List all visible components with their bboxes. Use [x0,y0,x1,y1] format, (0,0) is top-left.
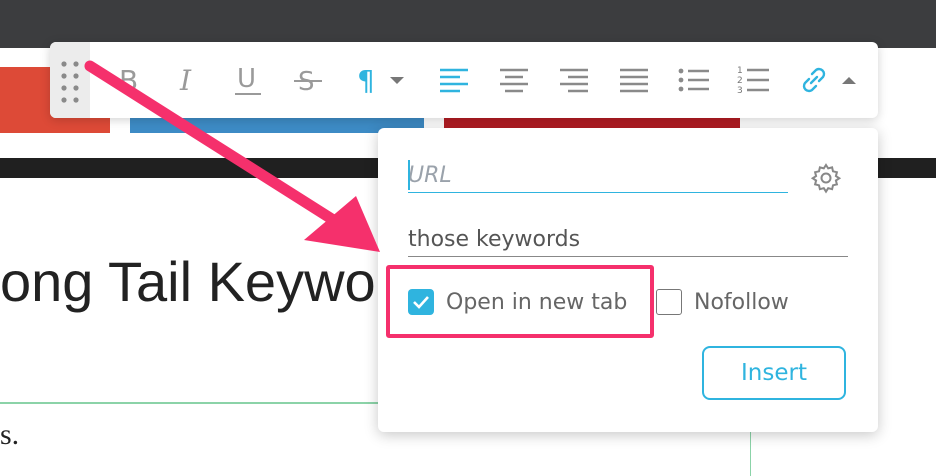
nofollow-label: Nofollow [694,289,789,315]
drag-handle-icon[interactable] [50,42,90,118]
body-text-fragment: s. [0,418,20,451]
numbered-list-icon[interactable]: 123 [734,60,774,100]
link-title-input[interactable] [408,222,848,257]
svg-text:3: 3 [737,86,743,95]
caret-up-icon[interactable] [836,60,862,100]
svg-text:¶: ¶ [357,64,375,97]
bullet-list-icon[interactable] [674,60,714,100]
link-icon[interactable] [794,60,834,100]
svg-text:I: I [179,64,192,97]
nofollow-checkbox[interactable] [656,289,682,315]
italic-icon[interactable]: I [168,60,208,100]
insert-button[interactable]: Insert [702,346,846,400]
align-right-icon[interactable] [554,60,594,100]
svg-text:B: B [119,64,138,97]
page-heading: ong Tail Keywor [0,250,395,313]
align-justify-icon[interactable] [614,60,654,100]
align-center-icon[interactable] [494,60,534,100]
paragraph-icon[interactable]: ¶ [348,60,388,100]
annotation-highlight-box [386,265,654,338]
formatting-toolbar: B I U S ¶ 123 [50,42,878,118]
bold-icon[interactable]: B [108,60,148,100]
underline-icon[interactable]: U [228,60,268,100]
nofollow-option[interactable]: Nofollow [656,286,789,318]
text-caret [408,160,410,190]
svg-text:2: 2 [737,76,743,86]
align-left-icon[interactable] [434,60,474,100]
svg-text:U: U [237,64,256,94]
caret-down-icon[interactable] [384,60,410,100]
svg-text:1: 1 [737,66,743,76]
top-bar [0,0,936,48]
gear-icon[interactable] [810,162,842,194]
url-input[interactable] [408,158,788,193]
strikethrough-icon[interactable]: S [288,60,328,100]
